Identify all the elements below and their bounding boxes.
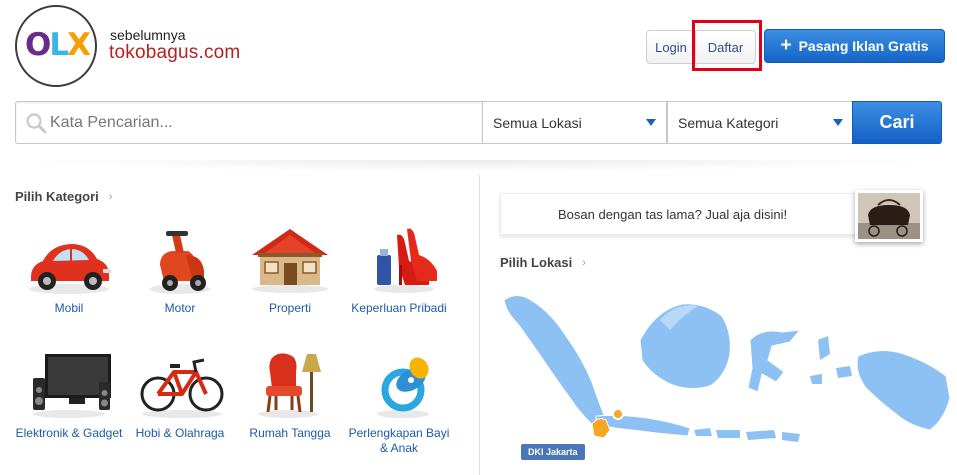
chevron-right-icon: › xyxy=(582,256,586,269)
location-select-value: Semua Lokasi xyxy=(493,114,582,131)
chevron-right-icon: › xyxy=(108,190,113,203)
category-rumah-tangga[interactable]: Rumah Tangga xyxy=(235,350,345,441)
map-region-maluku xyxy=(810,336,852,384)
plus-icon: + xyxy=(780,35,792,56)
category-motor[interactable]: Motor xyxy=(125,225,235,316)
login-button[interactable]: Login xyxy=(647,31,696,63)
category-label: Motor xyxy=(164,301,196,315)
category-keperluan-pribadi[interactable]: Keperluan Pribadi xyxy=(344,225,454,316)
map-region-kalimantan xyxy=(639,303,731,390)
dropdown-arrow-icon xyxy=(646,119,656,126)
search-input[interactable] xyxy=(50,113,470,132)
category-label: Keperluan Pribadi xyxy=(351,301,447,315)
category-select-value: Semua Kategori xyxy=(678,114,779,131)
car-icon xyxy=(29,244,111,294)
logo-letter-l: L xyxy=(49,27,69,63)
category-label: Rumah Tangga xyxy=(249,426,331,440)
location-pin-icon xyxy=(612,408,624,420)
register-button[interactable]: Daftar xyxy=(696,31,755,63)
category-properti[interactable]: Properti xyxy=(235,225,345,316)
dropdown-arrow-icon xyxy=(833,119,843,126)
tv-speakers-icon xyxy=(33,354,111,418)
column-divider xyxy=(479,175,480,475)
category-bayi-anak[interactable]: Perlengkapan Bayi & Anak xyxy=(344,350,454,456)
handbag-photo xyxy=(858,193,920,239)
map-region-sumatra xyxy=(503,295,607,431)
olx-logo[interactable]: OLX xyxy=(15,5,97,87)
location-title-text: Pilih Lokasi xyxy=(500,255,573,270)
category-mobil[interactable]: Mobil xyxy=(14,225,124,316)
section-divider xyxy=(15,160,942,172)
category-title-text: Pilih Kategori xyxy=(15,189,99,204)
category-label: Perlengkapan Bayi & Anak xyxy=(348,426,450,455)
bicycle-icon xyxy=(140,358,224,418)
logo-text: OLX xyxy=(22,25,92,65)
tagline-small: sebelumnya xyxy=(110,27,186,43)
map-region-nusa-tenggara xyxy=(694,428,800,442)
search-field[interactable] xyxy=(15,101,482,144)
category-select[interactable]: Semua Kategori xyxy=(667,101,853,144)
location-select[interactable]: Semua Lokasi xyxy=(482,101,667,144)
location-section-title: Pilih Lokasi › xyxy=(500,255,586,270)
logo-letter-o: O xyxy=(24,27,51,63)
category-elektronik[interactable]: Elektronik & Gadget xyxy=(14,350,124,441)
category-label: Mobil xyxy=(54,301,84,315)
map-region-java xyxy=(595,414,691,437)
search-button[interactable]: Cari xyxy=(852,101,942,144)
shoes-perfume-icon xyxy=(374,228,437,293)
house-icon xyxy=(252,229,328,293)
dki-jakarta-label[interactable]: DKI Jakarta xyxy=(521,444,585,460)
category-hobi[interactable]: Hobi & Olahraga xyxy=(125,350,235,441)
pacifier-icon xyxy=(377,357,429,418)
promo-thumbnail[interactable] xyxy=(855,190,923,242)
category-label: Properti xyxy=(268,301,312,315)
post-ad-label: Pasang Iklan Gratis xyxy=(798,38,929,54)
category-label: Hobi & Olahraga xyxy=(135,426,225,440)
tagline-tokobagus: tokobagus.com xyxy=(109,42,241,63)
logo-letter-x: X xyxy=(67,27,91,63)
post-ad-button[interactable]: + Pasang Iklan Gratis xyxy=(764,29,945,63)
map-region-sulawesi xyxy=(747,329,802,393)
promo-text: Bosan dengan tas lama? Jual aja disini! xyxy=(558,206,788,222)
auth-button-group: Login Daftar xyxy=(646,30,756,64)
search-icon xyxy=(26,112,47,133)
chair-lamp-icon xyxy=(258,353,321,418)
scooter-icon xyxy=(150,231,210,294)
category-section-title: Pilih Kategori › xyxy=(15,189,112,204)
category-label: Elektronik & Gadget xyxy=(15,426,123,440)
map-region-papua xyxy=(856,350,951,431)
